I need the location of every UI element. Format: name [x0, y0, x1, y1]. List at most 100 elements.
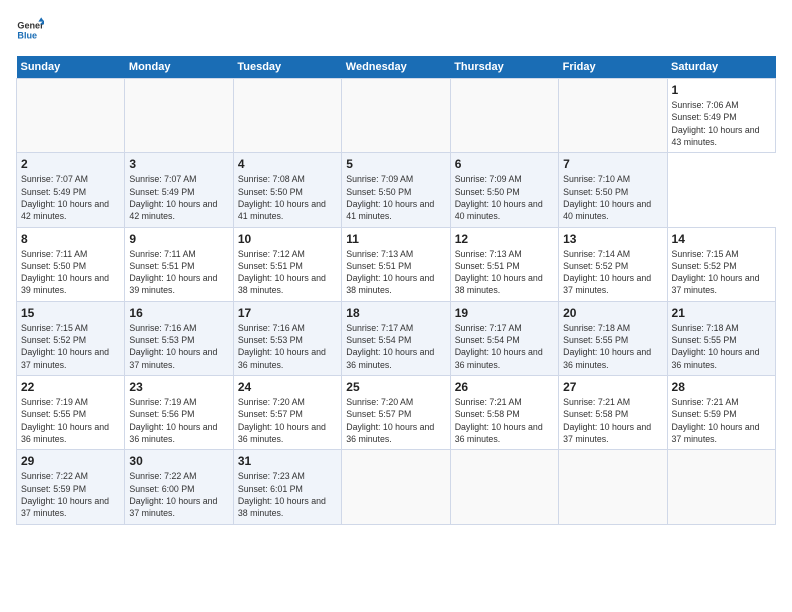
svg-text:Blue: Blue	[17, 30, 37, 40]
col-header-tuesday: Tuesday	[233, 56, 341, 79]
day-number: 9	[129, 232, 228, 246]
day-number: 4	[238, 157, 337, 171]
calendar-cell: 7 Sunrise: 7:10 AMSunset: 5:50 PMDaylight…	[559, 153, 667, 227]
day-number: 27	[563, 380, 662, 394]
calendar-cell: 9Sunrise: 7:11 AMSunset: 5:51 PMDaylight…	[125, 227, 233, 301]
calendar-cell	[342, 79, 450, 153]
day-number: 12	[455, 232, 554, 246]
calendar-cell	[125, 79, 233, 153]
day-number: 16	[129, 306, 228, 320]
day-number: 6	[455, 157, 554, 171]
calendar-cell: 18Sunrise: 7:17 AMSunset: 5:54 PMDayligh…	[342, 301, 450, 375]
day-number: 30	[129, 454, 228, 468]
week-row-6: 29 Sunrise: 7:22 AMSunset: 5:59 PMDayligh…	[17, 450, 776, 524]
calendar-cell	[450, 450, 558, 524]
day-number: 25	[346, 380, 445, 394]
day-info: Sunrise: 7:18 AMSunset: 5:55 PMDaylight:…	[563, 322, 662, 371]
day-info: Sunrise: 7:23 AMSunset: 6:01 PMDaylight:…	[238, 470, 337, 519]
col-header-monday: Monday	[125, 56, 233, 79]
calendar-cell: 13 Sunrise: 7:14 AMSunset: 5:52 PMDayligh…	[559, 227, 667, 301]
calendar-table: SundayMondayTuesdayWednesdayThursdayFrid…	[16, 56, 776, 525]
calendar-cell: 12 Sunrise: 7:13 AMSunset: 5:51 PMDayligh…	[450, 227, 558, 301]
day-number: 28	[672, 380, 771, 394]
day-info: Sunrise: 7:15 AMSunset: 5:52 PMDaylight:…	[21, 322, 120, 371]
calendar-cell: 16 Sunrise: 7:16 AMSunset: 5:53 PMDayligh…	[125, 301, 233, 375]
week-row-3: 8 Sunrise: 7:11 AMSunset: 5:50 PMDaylight…	[17, 227, 776, 301]
calendar-cell	[559, 450, 667, 524]
calendar-cell: 17Sunrise: 7:16 AMSunset: 5:53 PMDayligh…	[233, 301, 341, 375]
day-number: 20	[563, 306, 662, 320]
logo: General Blue	[16, 16, 44, 44]
calendar-cell: 4 Sunrise: 7:08 AMSunset: 5:50 PMDaylight…	[233, 153, 341, 227]
day-info: Sunrise: 7:19 AMSunset: 5:55 PMDaylight:…	[21, 396, 120, 445]
calendar-cell: 30 Sunrise: 7:22 AMSunset: 6:00 PMDayligh…	[125, 450, 233, 524]
day-number: 22	[21, 380, 120, 394]
day-info: Sunrise: 7:17 AMSunset: 5:54 PMDaylight:…	[455, 322, 554, 371]
calendar-cell	[342, 450, 450, 524]
day-number: 7	[563, 157, 662, 171]
day-number: 18	[346, 306, 445, 320]
col-header-saturday: Saturday	[667, 56, 775, 79]
logo-icon: General Blue	[16, 16, 44, 44]
calendar-cell: 23 Sunrise: 7:19 AMSunset: 5:56 PMDayligh…	[125, 376, 233, 450]
day-info: Sunrise: 7:22 AMSunset: 5:59 PMDaylight:…	[21, 470, 120, 519]
day-info: Sunrise: 7:19 AMSunset: 5:56 PMDaylight:…	[129, 396, 228, 445]
day-info: Sunrise: 7:09 AMSunset: 5:50 PMDaylight:…	[455, 173, 554, 222]
day-number: 8	[21, 232, 120, 246]
day-number: 14	[672, 232, 771, 246]
col-header-thursday: Thursday	[450, 56, 558, 79]
day-info: Sunrise: 7:09 AMSunset: 5:50 PMDaylight:…	[346, 173, 445, 222]
calendar-cell: 6 Sunrise: 7:09 AMSunset: 5:50 PMDaylight…	[450, 153, 558, 227]
day-info: Sunrise: 7:20 AMSunset: 5:57 PMDaylight:…	[238, 396, 337, 445]
day-info: Sunrise: 7:12 AMSunset: 5:51 PMDaylight:…	[238, 248, 337, 297]
day-info: Sunrise: 7:10 AMSunset: 5:50 PMDaylight:…	[563, 173, 662, 222]
calendar-cell: 8 Sunrise: 7:11 AMSunset: 5:50 PMDaylight…	[17, 227, 125, 301]
col-header-wednesday: Wednesday	[342, 56, 450, 79]
day-info: Sunrise: 7:13 AMSunset: 5:51 PMDaylight:…	[455, 248, 554, 297]
day-number: 13	[563, 232, 662, 246]
col-header-sunday: Sunday	[17, 56, 125, 79]
day-info: Sunrise: 7:14 AMSunset: 5:52 PMDaylight:…	[563, 248, 662, 297]
day-info: Sunrise: 7:21 AMSunset: 5:58 PMDaylight:…	[455, 396, 554, 445]
calendar-cell: 5 Sunrise: 7:09 AMSunset: 5:50 PMDaylight…	[342, 153, 450, 227]
day-number: 29	[21, 454, 120, 468]
calendar-cell: 10Sunrise: 7:12 AMSunset: 5:51 PMDayligh…	[233, 227, 341, 301]
week-row-1: 1Sunrise: 7:06 AMSunset: 5:49 PMDaylight…	[17, 79, 776, 153]
calendar-cell: 22 Sunrise: 7:19 AMSunset: 5:55 PMDayligh…	[17, 376, 125, 450]
day-info: Sunrise: 7:20 AMSunset: 5:57 PMDaylight:…	[346, 396, 445, 445]
calendar-cell: 31Sunrise: 7:23 AMSunset: 6:01 PMDayligh…	[233, 450, 341, 524]
day-number: 23	[129, 380, 228, 394]
day-info: Sunrise: 7:08 AMSunset: 5:50 PMDaylight:…	[238, 173, 337, 222]
day-info: Sunrise: 7:22 AMSunset: 6:00 PMDaylight:…	[129, 470, 228, 519]
calendar-cell	[233, 79, 341, 153]
calendar-cell: 21Sunrise: 7:18 AMSunset: 5:55 PMDayligh…	[667, 301, 775, 375]
calendar-cell: 28 Sunrise: 7:21 AMSunset: 5:59 PMDayligh…	[667, 376, 775, 450]
day-info: Sunrise: 7:11 AMSunset: 5:50 PMDaylight:…	[21, 248, 120, 297]
day-info: Sunrise: 7:16 AMSunset: 5:53 PMDaylight:…	[129, 322, 228, 371]
calendar-cell: 26Sunrise: 7:21 AMSunset: 5:58 PMDayligh…	[450, 376, 558, 450]
day-info: Sunrise: 7:06 AMSunset: 5:49 PMDaylight:…	[672, 99, 771, 148]
page-header: General Blue	[16, 16, 776, 44]
day-number: 15	[21, 306, 120, 320]
day-number: 19	[455, 306, 554, 320]
week-row-5: 22 Sunrise: 7:19 AMSunset: 5:55 PMDayligh…	[17, 376, 776, 450]
calendar-cell: 14Sunrise: 7:15 AMSunset: 5:52 PMDayligh…	[667, 227, 775, 301]
day-info: Sunrise: 7:16 AMSunset: 5:53 PMDaylight:…	[238, 322, 337, 371]
day-number: 5	[346, 157, 445, 171]
day-number: 2	[21, 157, 120, 171]
day-info: Sunrise: 7:07 AMSunset: 5:49 PMDaylight:…	[21, 173, 120, 222]
day-info: Sunrise: 7:21 AMSunset: 5:59 PMDaylight:…	[672, 396, 771, 445]
calendar-cell: 19 Sunrise: 7:17 AMSunset: 5:54 PMDayligh…	[450, 301, 558, 375]
week-row-2: 2 Sunrise: 7:07 AMSunset: 5:49 PMDaylight…	[17, 153, 776, 227]
day-info: Sunrise: 7:18 AMSunset: 5:55 PMDaylight:…	[672, 322, 771, 371]
header-row: SundayMondayTuesdayWednesdayThursdayFrid…	[17, 56, 776, 79]
calendar-cell: 11Sunrise: 7:13 AMSunset: 5:51 PMDayligh…	[342, 227, 450, 301]
calendar-cell	[450, 79, 558, 153]
calendar-cell	[559, 79, 667, 153]
day-info: Sunrise: 7:21 AMSunset: 5:58 PMDaylight:…	[563, 396, 662, 445]
week-row-4: 15 Sunrise: 7:15 AMSunset: 5:52 PMDayligh…	[17, 301, 776, 375]
calendar-cell	[17, 79, 125, 153]
day-number: 24	[238, 380, 337, 394]
calendar-cell: 15 Sunrise: 7:15 AMSunset: 5:52 PMDayligh…	[17, 301, 125, 375]
calendar-cell: 24 Sunrise: 7:20 AMSunset: 5:57 PMDayligh…	[233, 376, 341, 450]
